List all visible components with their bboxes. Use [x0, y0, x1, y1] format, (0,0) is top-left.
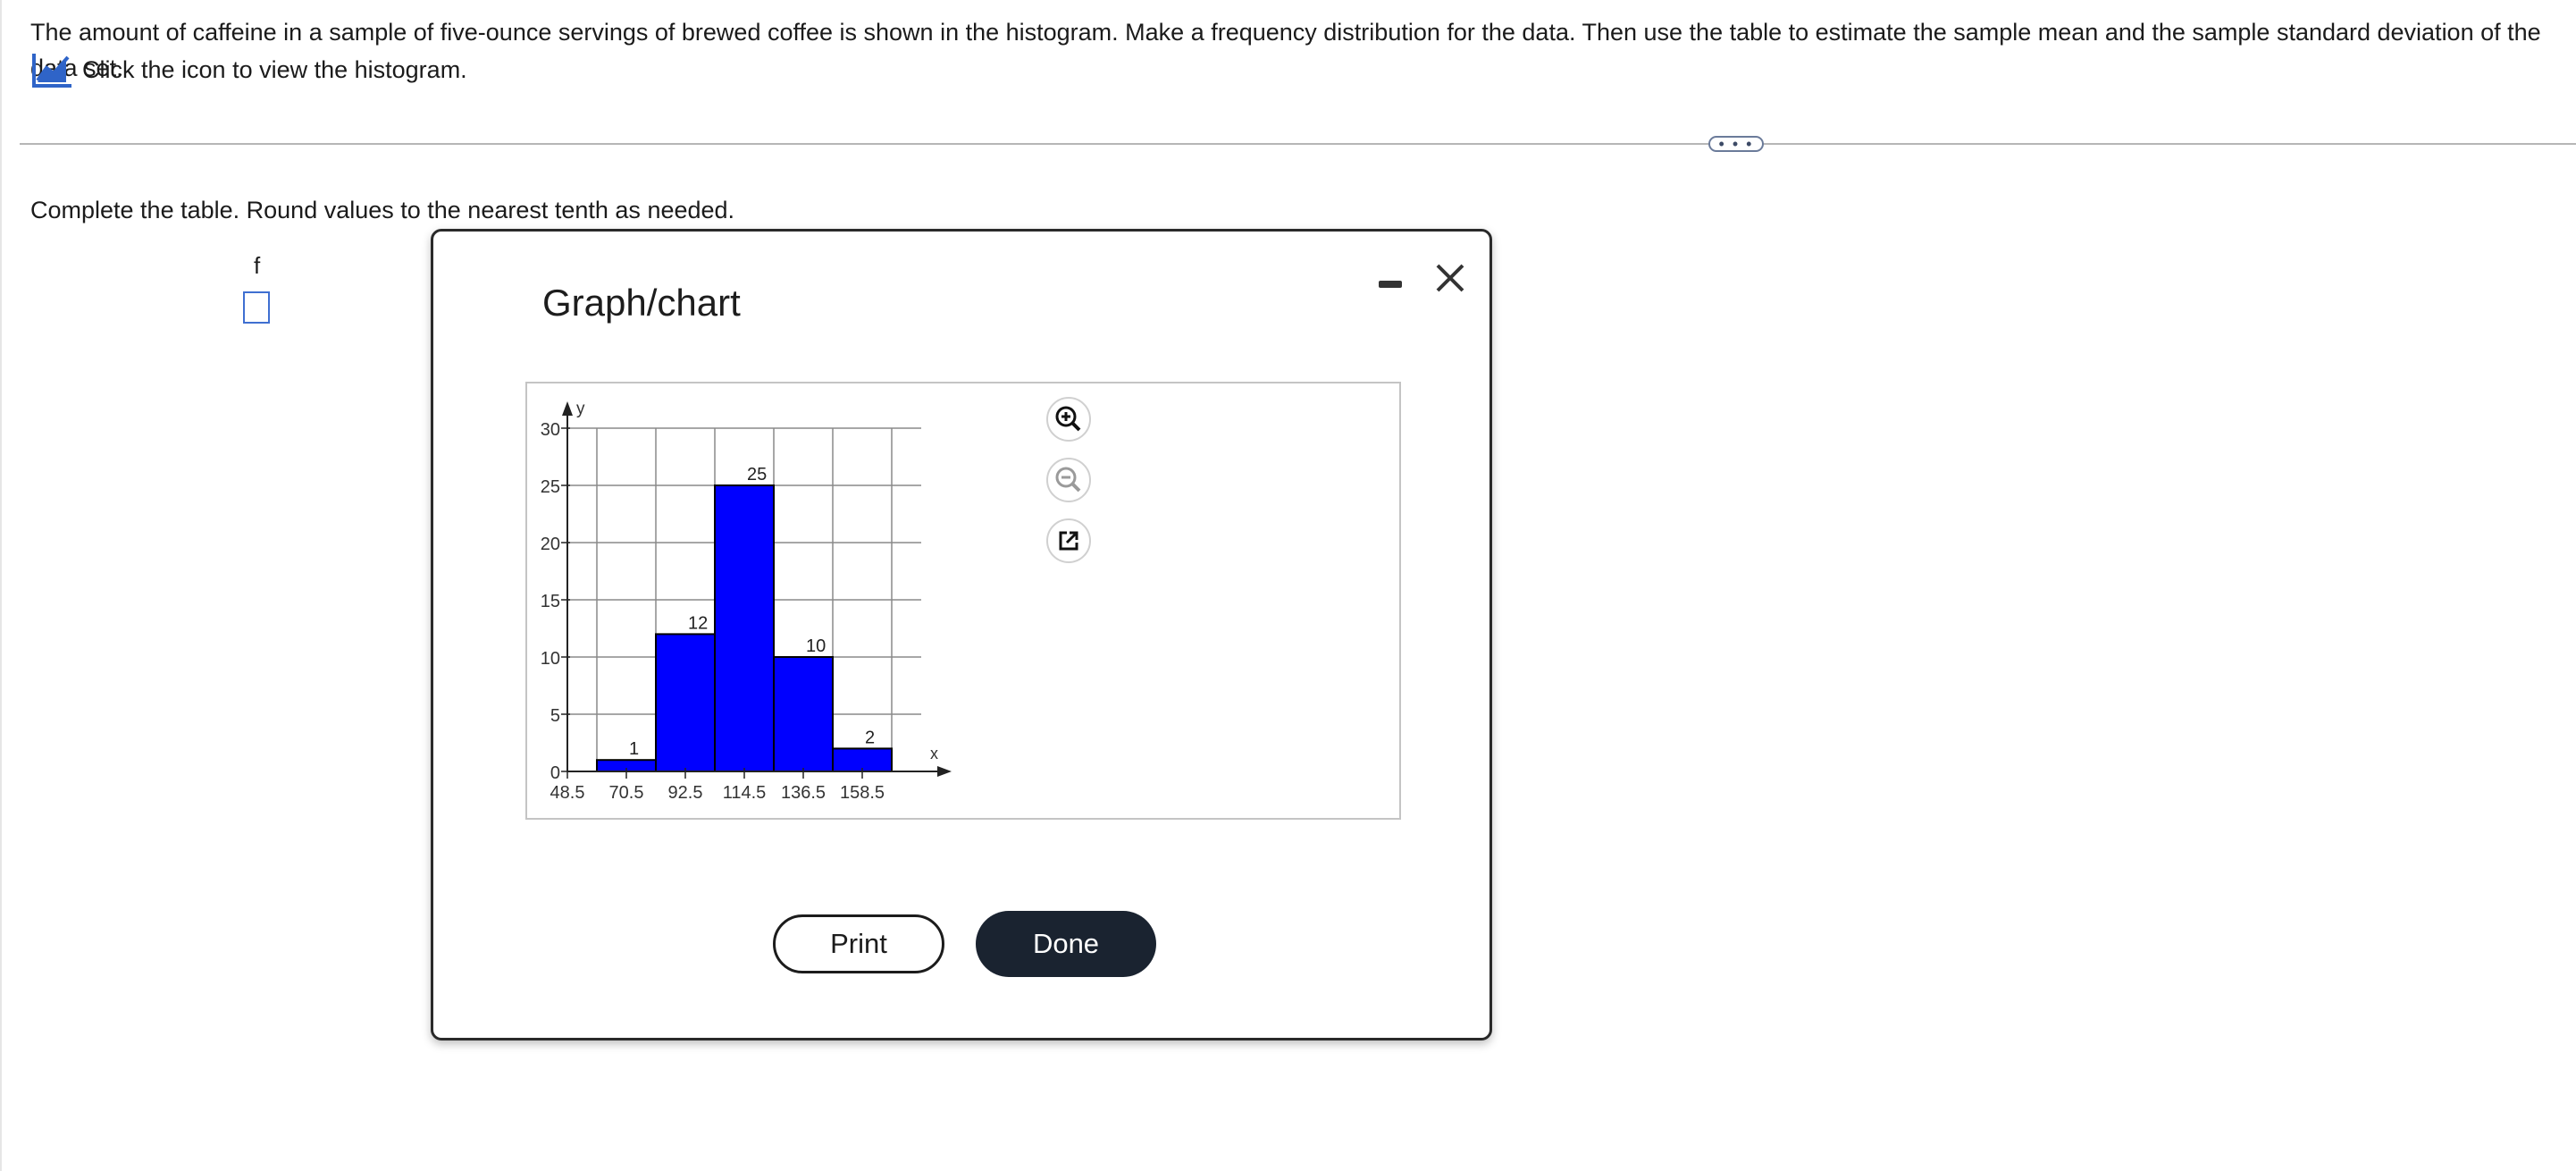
- histogram-chart: 0 5 10 15 20 25 30 1 12 25 10 2 y x 48.5 70.5 92.5 114.5 1…: [541, 400, 952, 803]
- bar-value-label: 2: [865, 728, 875, 747]
- x-tick-label: 158.5: [840, 783, 885, 803]
- y-tick-label: 30: [541, 420, 560, 440]
- x-tick-label: 114.5: [723, 783, 767, 803]
- minimize-button[interactable]: [1377, 271, 1404, 298]
- y-tick-label: 0: [550, 763, 560, 783]
- page-left-border: [0, 0, 2, 1171]
- zoom-in-icon[interactable]: [1045, 396, 1092, 442]
- histogram-bar: [655, 633, 716, 772]
- y-tick-label: 5: [550, 706, 560, 726]
- y-axis-arrow: [562, 401, 573, 416]
- bar-value-label: 1: [629, 739, 639, 759]
- line-chart-icon[interactable]: [30, 50, 73, 89]
- hint-text: Click the icon to view the histogram.: [82, 55, 467, 83]
- hint-row: Click the icon to view the histogram.: [30, 50, 467, 89]
- y-axis-label: y: [576, 400, 585, 418]
- y-tick-label: 10: [541, 649, 560, 669]
- histogram-bar: [773, 656, 834, 772]
- section-divider: [20, 143, 2576, 145]
- x-tick-label: 48.5: [550, 783, 585, 803]
- y-tick-label: 20: [541, 535, 560, 554]
- x-tick-label: 136.5: [781, 783, 826, 803]
- frequency-input[interactable]: [243, 291, 270, 324]
- bar-value-label: 25: [747, 465, 767, 484]
- x-axis-label: x: [930, 745, 938, 762]
- instruction-text: Complete the table. Round values to the …: [30, 197, 735, 223]
- dialog-title: Graph/chart: [542, 282, 741, 324]
- external-link-icon[interactable]: [1045, 518, 1092, 564]
- x-tick-label: 70.5: [609, 783, 644, 803]
- close-x-icon[interactable]: [1431, 258, 1470, 298]
- done-button[interactable]: Done: [976, 911, 1156, 977]
- histogram-bar: [714, 484, 775, 772]
- bar-value-label: 10: [806, 636, 826, 656]
- more-options-button[interactable]: • • •: [1708, 136, 1764, 152]
- histogram-frame: 0 5 10 15 20 25 30 1 12 25 10 2 y x 48.5 70.5 92.5 114.5 1…: [525, 382, 1401, 820]
- x-axis-arrow: [937, 766, 952, 777]
- x-tick-label: 92.5: [668, 783, 703, 803]
- graph-dialog: Graph/chart 0 5 10 15 20 25 30 1 12 25 10 2 y x 48.5 70…: [431, 229, 1492, 1040]
- minus-icon: [1379, 281, 1402, 288]
- print-button[interactable]: Print: [773, 914, 944, 973]
- y-tick-label: 25: [541, 477, 560, 497]
- y-tick-label: 15: [541, 592, 560, 611]
- zoom-out-icon[interactable]: [1045, 457, 1092, 503]
- bar-value-label: 12: [688, 613, 708, 633]
- frequency-column-header: f: [254, 252, 261, 279]
